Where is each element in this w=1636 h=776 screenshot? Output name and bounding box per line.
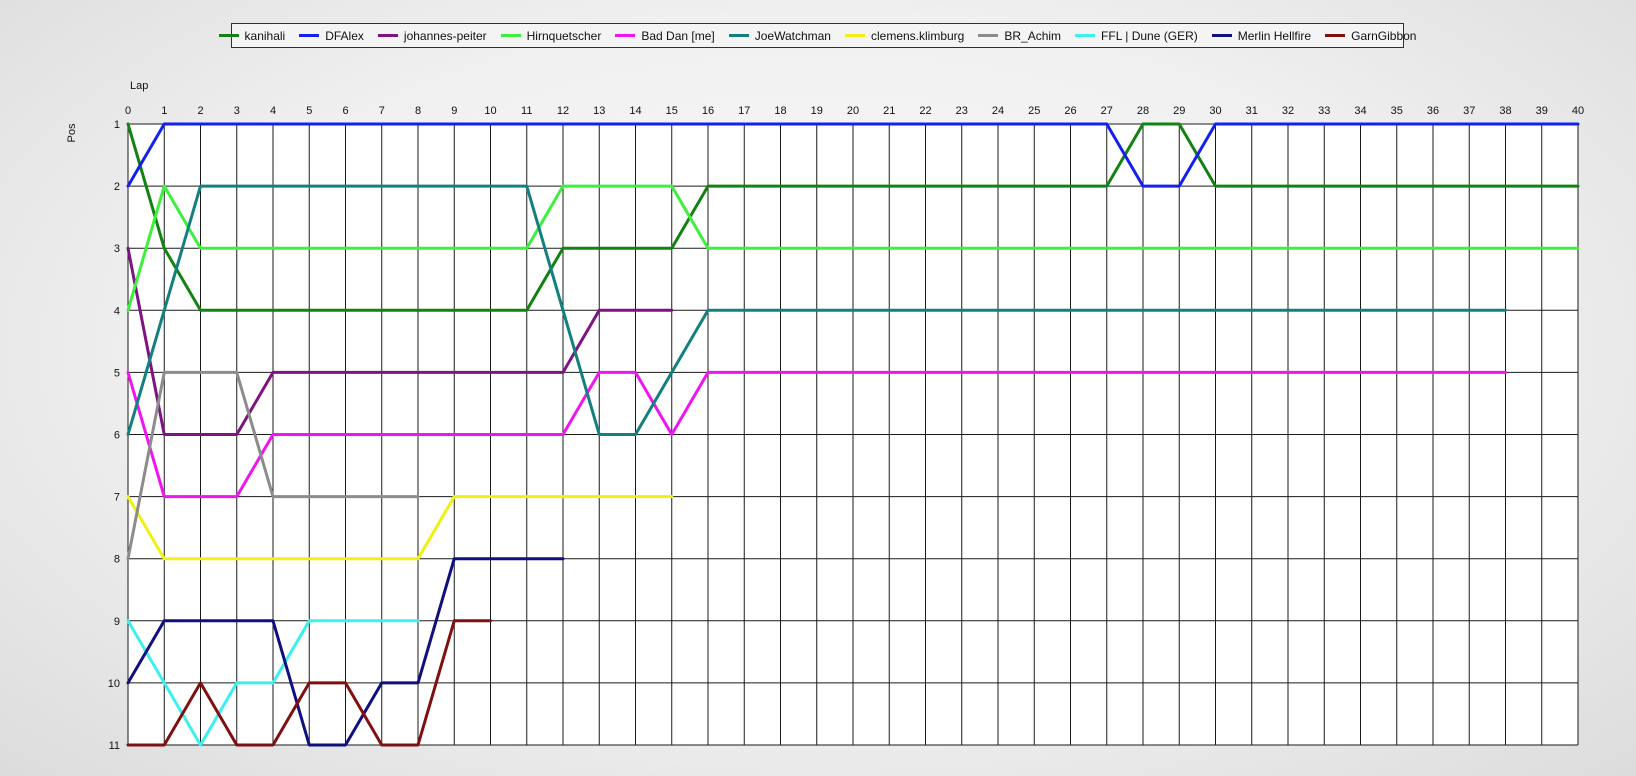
x-tick-label: 31 bbox=[1246, 105, 1258, 117]
x-tick-label: 33 bbox=[1318, 105, 1330, 117]
y-tick-label: 9 bbox=[114, 616, 120, 628]
y-tick-label: 4 bbox=[114, 305, 120, 317]
y-tick-label: 11 bbox=[109, 740, 120, 752]
x-tick-label: 3 bbox=[234, 105, 240, 117]
x-tick-label: 20 bbox=[847, 105, 859, 117]
x-tick-label: 15 bbox=[666, 105, 678, 117]
y-tick-label: 7 bbox=[114, 492, 120, 504]
y-tick-label: 10 bbox=[108, 678, 120, 690]
y-tick-label: 8 bbox=[114, 554, 120, 566]
x-tick-label: 5 bbox=[306, 105, 312, 117]
y-tick-label: 3 bbox=[114, 243, 120, 255]
x-tick-label: 40 bbox=[1572, 105, 1584, 117]
x-tick-label: 17 bbox=[738, 105, 750, 117]
y-axis-label: Pos bbox=[66, 123, 78, 142]
x-tick-label: 28 bbox=[1137, 105, 1149, 117]
x-tick-label: 37 bbox=[1463, 105, 1475, 117]
x-tick-label: 10 bbox=[484, 105, 496, 117]
x-tick-label: 24 bbox=[992, 105, 1004, 117]
x-tick-label: 36 bbox=[1427, 105, 1439, 117]
x-tick-label: 16 bbox=[702, 105, 714, 117]
x-tick-label: 27 bbox=[1101, 105, 1113, 117]
x-tick-label: 29 bbox=[1173, 105, 1185, 117]
x-tick-label: 4 bbox=[270, 105, 276, 117]
chart-svg: 0 1 2 3 4 5 6 7 8 9 10 11 12 13 14 15 16 17 18 19 20 21 22 23 24… bbox=[66, 80, 1584, 752]
x-tick-label: 18 bbox=[774, 105, 786, 117]
x-tick-label: 12 bbox=[557, 105, 569, 117]
x-tick-label: 19 bbox=[811, 105, 823, 117]
x-axis-label: Lap bbox=[130, 80, 148, 92]
x-tick-label: 21 bbox=[883, 105, 895, 117]
x-tick-label: 39 bbox=[1536, 105, 1548, 117]
x-tick-label: 14 bbox=[629, 105, 641, 117]
y-tick-label: 2 bbox=[114, 181, 120, 193]
x-tick-label: 9 bbox=[451, 105, 457, 117]
x-tick-label: 8 bbox=[415, 105, 421, 117]
x-tick-label: 30 bbox=[1209, 105, 1221, 117]
y-tick-label: 5 bbox=[114, 367, 120, 379]
x-tick-label: 22 bbox=[919, 105, 931, 117]
x-tick-label: 0 bbox=[125, 105, 131, 117]
x-tick-label: 6 bbox=[342, 105, 348, 117]
x-tick-label: 13 bbox=[593, 105, 605, 117]
x-tick-label: 25 bbox=[1028, 105, 1040, 117]
x-tick-label: 7 bbox=[379, 105, 385, 117]
x-tick-label: 23 bbox=[956, 105, 968, 117]
x-tick-label: 1 bbox=[161, 105, 167, 117]
x-tick-label: 38 bbox=[1499, 105, 1511, 117]
y-tick-label: 6 bbox=[114, 430, 120, 442]
x-tick-label: 35 bbox=[1391, 105, 1403, 117]
y-tick-label: 1 bbox=[114, 119, 120, 131]
x-tick-label: 32 bbox=[1282, 105, 1294, 117]
x-tick-label: 11 bbox=[521, 105, 532, 117]
x-tick-label: 2 bbox=[197, 105, 203, 117]
x-tick-label: 34 bbox=[1354, 105, 1366, 117]
x-tick-label: 26 bbox=[1064, 105, 1076, 117]
